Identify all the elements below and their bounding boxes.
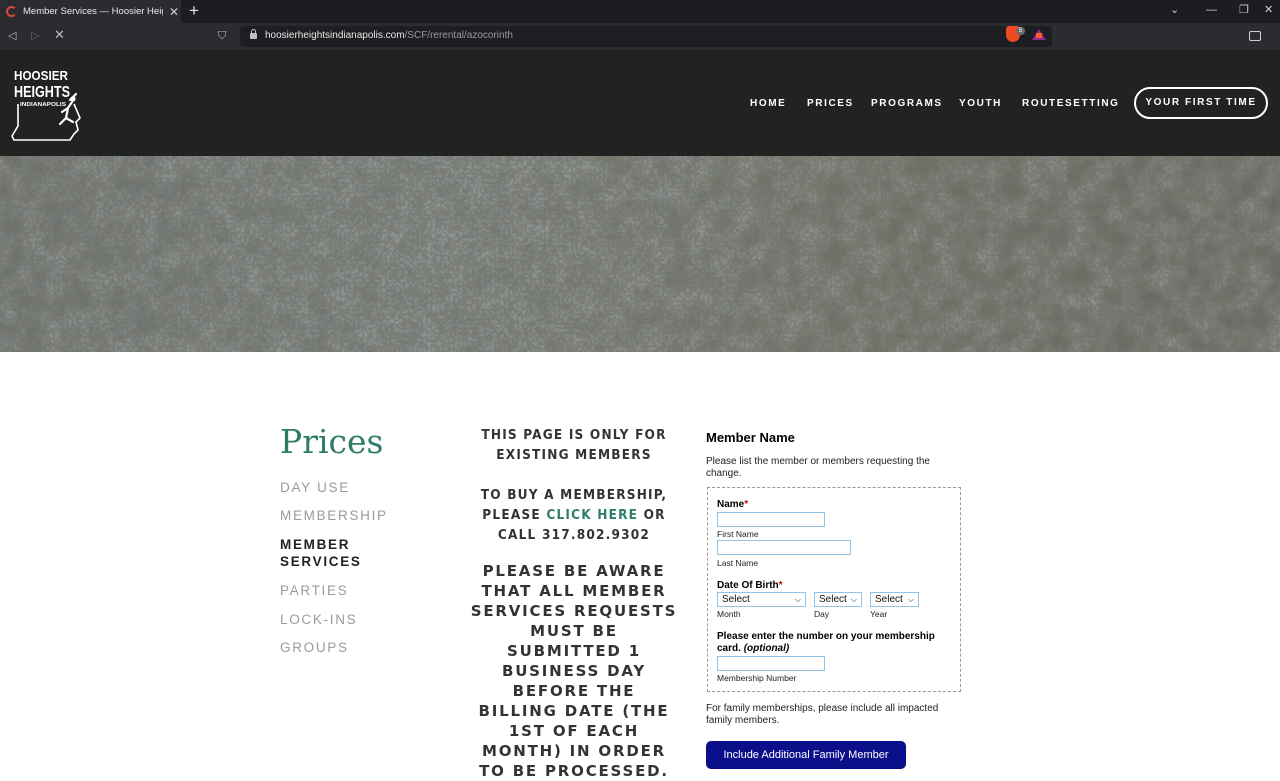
nav-home[interactable]: HOME	[750, 98, 786, 109]
bookmark-icon[interactable]: ⛉	[218, 29, 226, 43]
nav-routesetting[interactable]: ROUTESETTING	[1022, 98, 1120, 109]
wallet-icon[interactable]	[1249, 31, 1261, 41]
nav-programs[interactable]: PROGRAMS	[871, 98, 943, 109]
hero-concrete-banner	[0, 156, 1280, 352]
buy-membership-notice: TO BUY A MEMBERSHIP, PLEASE CLICK HERE O…	[470, 485, 678, 545]
first-name-caption: First Name	[717, 529, 759, 539]
optional-text: (optional)	[743, 643, 790, 654]
membership-card-label: Please enter the number on your membersh…	[717, 631, 935, 654]
lock-icon	[250, 29, 257, 40]
stop-loading-icon[interactable]: ✕	[54, 28, 65, 42]
day-caption: Day	[814, 609, 830, 619]
membership-number-input[interactable]	[717, 656, 825, 671]
browser-address-bar: ◁ ▷ ✕ ⛉ hoosierheightsindianapolis.com/S…	[0, 23, 1280, 50]
restore-icon[interactable]: ❐	[1239, 3, 1249, 17]
browser-tab-active[interactable]: Member Services — Hoosier Heights ✕	[0, 0, 181, 23]
logo-text-indianapolis: INDIANAPOLIS	[20, 102, 66, 108]
shields-count-badge: 5	[1016, 27, 1025, 35]
logo-text-hoosier: HOOSIER	[14, 68, 69, 83]
tab-list-chevron-icon[interactable]: ⌄	[1170, 3, 1179, 17]
new-tab-button[interactable]: +	[189, 2, 199, 19]
chevron-down-icon: ⌵	[907, 595, 914, 604]
month-select[interactable]: Select ⌵	[717, 592, 806, 607]
site-header: HOOSIER HEIGHTS INDIANAPOLIS HOME PRICES…	[0, 50, 1280, 156]
logo-text-heights: HEIGHTS	[14, 84, 70, 101]
month-caption: Month	[717, 609, 741, 619]
forward-icon[interactable]: ▷	[31, 29, 39, 43]
close-window-icon[interactable]: ✕	[1264, 3, 1273, 17]
year-caption: Year	[870, 609, 888, 619]
name-label: Name*	[717, 499, 749, 510]
nav-prices[interactable]: PRICES	[807, 98, 854, 109]
minimize-icon[interactable]: —	[1206, 3, 1217, 17]
url-field[interactable]: hoosierheightsindianapolis.com/SCF/reren…	[240, 26, 1052, 47]
last-name-input[interactable]	[717, 540, 851, 555]
your-first-time-button[interactable]: YOUR FIRST TIME	[1134, 87, 1268, 119]
family-membership-note: For family memberships, please include a…	[706, 703, 939, 726]
last-name-caption: Last Name	[717, 558, 759, 568]
year-select[interactable]: Select ⌵	[870, 592, 919, 607]
chevron-down-icon: ⌵	[850, 595, 857, 604]
existing-members-notice: THIS PAGE IS ONLY FOR EXISTING MEMBERS	[481, 427, 667, 463]
add-family-member-button[interactable]: Include Additional Family Member	[706, 741, 906, 769]
submenu-lock-ins[interactable]: LOCK-INS	[280, 611, 357, 628]
phone-number: 317.802.9302	[541, 527, 651, 543]
submenu-groups[interactable]: GROUPS	[280, 639, 349, 656]
back-icon[interactable]: ◁	[8, 29, 16, 43]
tab-title: Member Services — Hoosier Heights	[23, 6, 163, 17]
loading-spinner-icon	[6, 6, 17, 17]
submenu-member-services[interactable]: MEMBER SERVICES	[280, 536, 390, 570]
click-here-link[interactable]: CLICK HERE	[546, 507, 638, 523]
submenu-membership[interactable]: MEMBERSHIP	[280, 507, 388, 524]
submenu-day-use[interactable]: DAY USE	[280, 479, 350, 496]
hoosier-heights-logo[interactable]: HOOSIER HEIGHTS INDIANAPOLIS	[10, 64, 82, 142]
member-form-box: Name* First Name Last Name Date Of Birth…	[707, 487, 961, 692]
day-select[interactable]: Select ⌵	[814, 592, 862, 607]
form-title: Member Name	[706, 430, 795, 445]
membership-number-caption: Membership Number	[717, 673, 797, 683]
tab-close-icon[interactable]: ✕	[169, 6, 179, 18]
billing-date-notice: PLEASE BE AWARE THAT ALL MEMBER SERVICES…	[470, 562, 678, 780]
chevron-down-icon: ⌵	[794, 595, 801, 604]
browser-tab-bar: Member Services — Hoosier Heights ✕ + ⌄ …	[0, 0, 1280, 23]
url-text: hoosierheightsindianapolis.com/SCF/reren…	[265, 30, 513, 41]
first-name-input[interactable]	[717, 512, 825, 527]
form-description: Please list the member or members reques…	[706, 456, 930, 479]
page-title: Prices	[280, 422, 384, 461]
date-of-birth-label: Date Of Birth*	[717, 580, 783, 591]
nav-youth[interactable]: YOUTH	[959, 98, 1002, 109]
brave-rewards-icon[interactable]	[1032, 29, 1046, 40]
submenu-parties[interactable]: PARTIES	[280, 582, 348, 599]
